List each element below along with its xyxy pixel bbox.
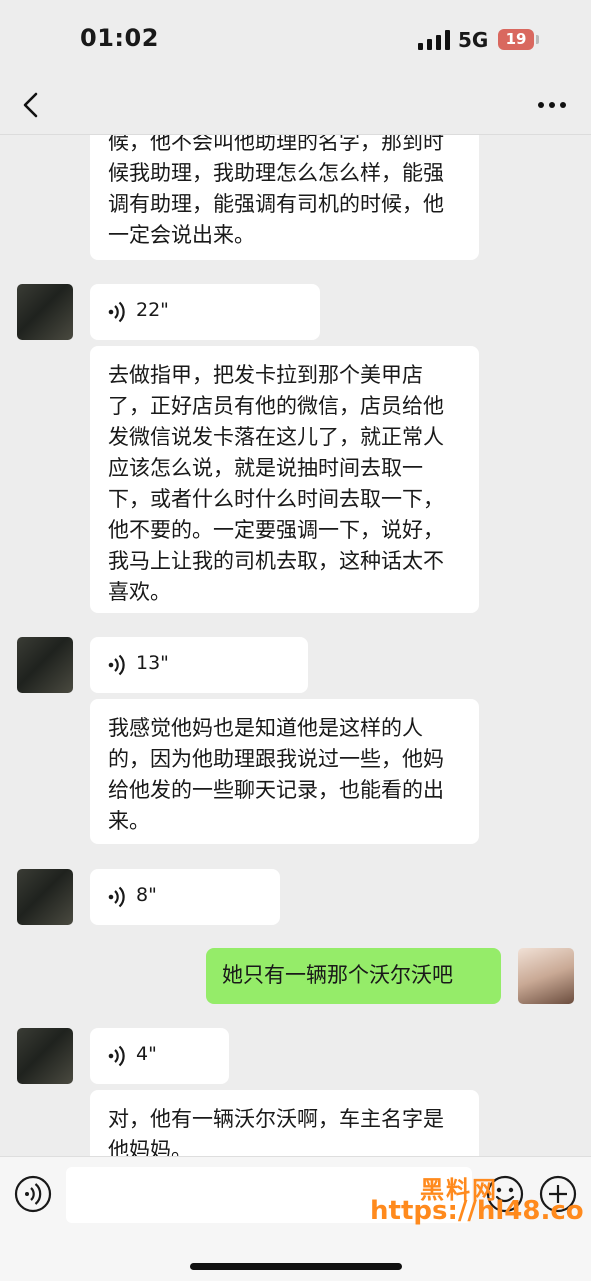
voice-duration: 8": [136, 884, 157, 906]
network-type: 5G: [458, 28, 489, 52]
message-text: 她只有一辆那个沃尔沃吧: [222, 963, 453, 987]
battery-tip: [536, 35, 539, 44]
message-bubble[interactable]: 去做指甲，把发卡拉到那个美甲店了，正好店员有他的微信，店员给他发微信说发卡落在这…: [90, 346, 479, 613]
message-text: 我感觉他妈也是知道他是这样的人的，因为他助理跟我说过一些，他妈给他发的一些聊天记…: [108, 716, 444, 833]
contact-avatar[interactable]: [17, 1028, 73, 1084]
voice-duration: 4": [136, 1043, 157, 1065]
contact-avatar[interactable]: [17, 284, 73, 340]
voice-wave-icon: [108, 301, 125, 323]
chevron-left-icon[interactable]: [18, 90, 46, 120]
message-bubble[interactable]: 我感觉他妈也是知道他是这样的人的，因为他助理跟我说过一些，他妈给他发的一些聊天记…: [90, 699, 479, 844]
message-text: 对，他有一辆沃尔沃啊，车主名字是他妈妈。: [108, 1107, 444, 1162]
voice-wave-icon: [108, 886, 125, 908]
voice-input-icon[interactable]: [14, 1175, 52, 1213]
message-text: 去做指甲，把发卡拉到那个美甲店了，正好店员有他的微信，店员给他发微信说发卡落在这…: [108, 363, 444, 604]
status-bar: 01:02 5G 19: [0, 0, 591, 80]
voice-message[interactable]: 4": [90, 1028, 229, 1084]
voice-duration: 22": [136, 299, 169, 321]
voice-wave-icon: [108, 1045, 125, 1067]
more-dots-icon[interactable]: [532, 90, 572, 120]
chat-header: [0, 80, 591, 135]
voice-message[interactable]: 13": [90, 637, 308, 693]
my-message-bubble[interactable]: 她只有一辆那个沃尔沃吧: [206, 948, 501, 1004]
watermark-url: https://hl48.co: [370, 1196, 584, 1226]
voice-message[interactable]: 8": [90, 869, 280, 925]
voice-duration: 13": [136, 652, 169, 674]
my-avatar[interactable]: [518, 948, 574, 1004]
status-time: 01:02: [80, 24, 159, 52]
voice-wave-icon: [108, 654, 125, 676]
message-text: 候，他不会叫他助理的名字，那到时候我助理，我助理怎么怎么样，能强调有助理，能强调…: [108, 130, 444, 247]
chat-area[interactable]: 候，他不会叫他助理的名字，那到时候我助理，我助理怎么怎么样，能强调有助理，能强调…: [0, 0, 591, 1280]
message-bubble[interactable]: 候，他不会叫他助理的名字，那到时候我助理，我助理怎么怎么样，能强调有助理，能强调…: [90, 120, 479, 260]
signal-icon: [418, 30, 450, 50]
contact-avatar[interactable]: [17, 869, 73, 925]
battery-icon: 19: [498, 29, 534, 50]
contact-avatar[interactable]: [17, 637, 73, 693]
home-indicator: [190, 1263, 402, 1270]
voice-message[interactable]: 22": [90, 284, 320, 340]
